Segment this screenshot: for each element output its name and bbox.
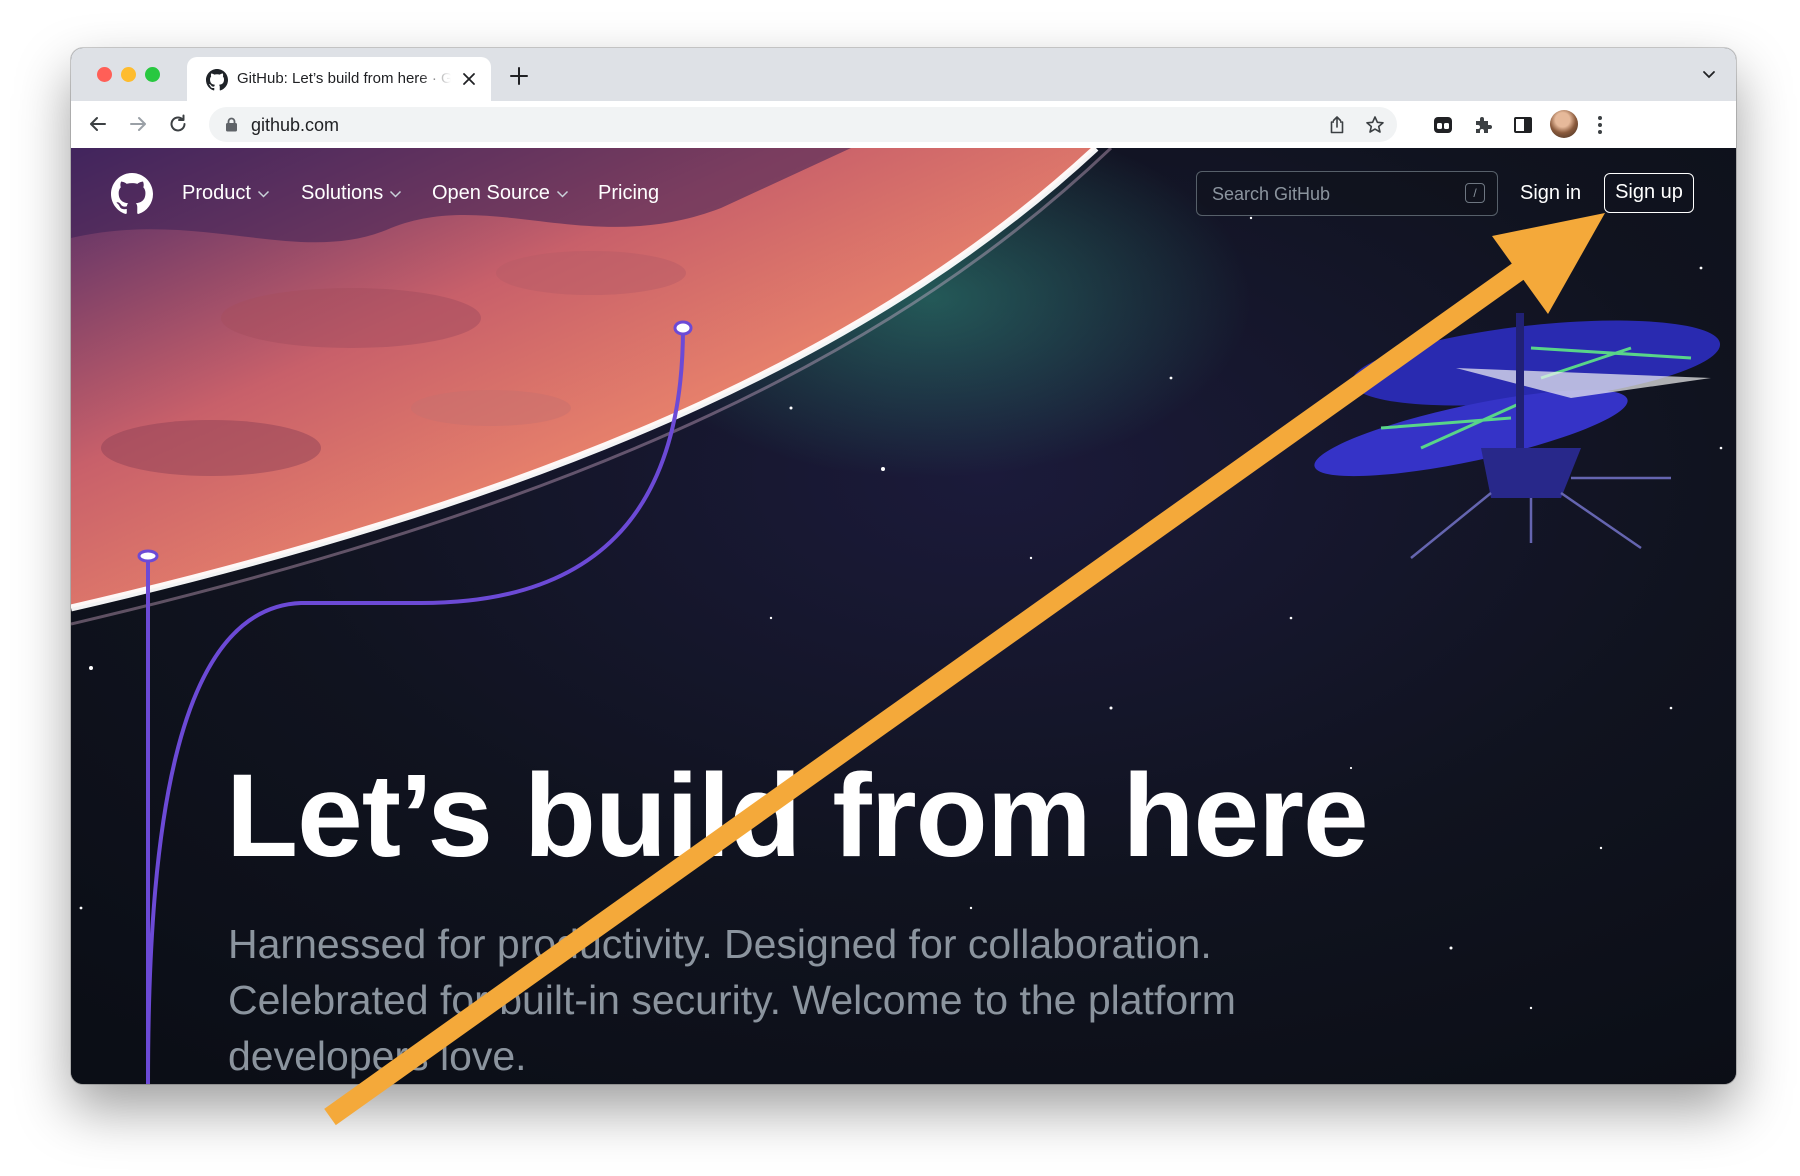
star-icon[interactable]	[1365, 115, 1385, 135]
nav-pricing[interactable]: Pricing	[598, 182, 659, 205]
side-panel-icon[interactable]	[1512, 114, 1534, 136]
github-logo-icon[interactable]	[111, 173, 153, 215]
extension-icon[interactable]	[1432, 114, 1454, 136]
chevron-down-icon	[257, 190, 269, 198]
chevron-down-icon	[390, 190, 402, 198]
hero-title: Let’s build from here	[226, 750, 1369, 882]
github-homepage: Product Solutions Open Source Pricing Se…	[71, 148, 1736, 1084]
minimize-window-button[interactable]	[121, 67, 136, 82]
back-icon[interactable]	[87, 113, 109, 135]
search-placeholder: Search GitHub	[1212, 184, 1331, 204]
nav-solutions[interactable]: Solutions	[301, 182, 402, 205]
nav-open-source-label: Open Source	[432, 182, 550, 204]
tab-title: GitHub: Let’s build from here · GitHub	[237, 70, 451, 87]
nav-pricing-label: Pricing	[598, 182, 660, 204]
reload-icon[interactable]	[167, 113, 189, 135]
nav-open-source[interactable]: Open Source	[432, 182, 569, 205]
search-shortcut-key: /	[1465, 183, 1485, 203]
tab-bar: GitHub: Let’s build from here · GitHub	[71, 48, 1736, 101]
address-bar[interactable]: github.com	[209, 107, 1397, 142]
tab-search-chevron-icon[interactable]	[1702, 70, 1716, 80]
new-tab-icon[interactable]	[509, 66, 529, 86]
sign-up-button[interactable]: Sign up	[1604, 173, 1694, 213]
maximize-window-button[interactable]	[145, 67, 160, 82]
github-header: Product Solutions Open Source Pricing Se…	[71, 148, 1736, 238]
puzzle-icon[interactable]	[1472, 114, 1494, 136]
hero-subtitle: Harnessed for productivity. Designed for…	[228, 921, 1236, 1079]
nav-product-label: Product	[182, 182, 251, 204]
nav-product[interactable]: Product	[182, 182, 270, 205]
sign-in-link[interactable]: Sign in	[1520, 182, 1581, 205]
profile-avatar[interactable]	[1550, 110, 1578, 138]
lock-icon[interactable]	[225, 117, 238, 132]
close-window-button[interactable]	[97, 67, 112, 82]
close-tab-icon[interactable]	[461, 71, 477, 87]
forward-icon[interactable]	[127, 113, 149, 135]
more-icon[interactable]	[1597, 114, 1603, 136]
search-input[interactable]: Search GitHub /	[1196, 171, 1498, 216]
share-icon[interactable]	[1327, 115, 1347, 135]
browser-toolbar: github.com	[71, 101, 1736, 149]
browser-window: GitHub: Let’s build from here · GitHub	[71, 48, 1736, 1084]
url-text[interactable]: github.com	[251, 115, 339, 136]
chevron-down-icon	[556, 190, 568, 198]
github-icon	[206, 69, 228, 91]
browser-tab[interactable]: GitHub: Let’s build from here · GitHub	[187, 57, 491, 101]
nav-solutions-label: Solutions	[301, 182, 384, 204]
